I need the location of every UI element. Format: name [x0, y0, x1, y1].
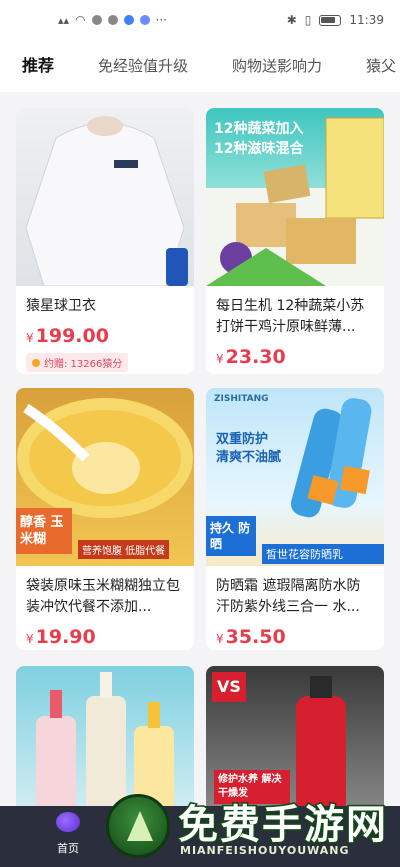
watermark: 免费手游网 MIANFEISHOUYOUWANG — [106, 792, 400, 867]
watermark-logo-icon — [106, 794, 170, 858]
wifi-icon: ◠ — [75, 13, 86, 27]
product-card[interactable]: 猿星球卫衣 ¥199.00 约赠: 13266猿分 — [16, 108, 194, 374]
sunscreen-image: ZISHITANG 双重防护 清爽不油腻 持久 防晒 皙世花容防晒乳 — [206, 388, 384, 566]
planet-icon — [56, 812, 80, 832]
product-price: ¥19.90 — [26, 626, 96, 648]
product-info: 每日生机 12种蔬菜小苏打饼干鸡汁原味鲜薄... ¥23.30 — [206, 286, 384, 374]
signal-icon: ▴▴ — [58, 13, 70, 27]
product-title: 袋装原味玉米糊糊独立包装冲饮代餐不添加... — [26, 578, 180, 615]
notification-icon — [91, 15, 102, 25]
product-price: ¥35.50 — [216, 626, 286, 648]
points-reward-badge: 约赠: 13266猿分 — [26, 353, 129, 372]
status-icons-left: ▴▴ ◠ ··· — [58, 13, 167, 27]
product-price: ¥23.30 — [216, 346, 286, 368]
vibrate-icon: ▯ — [304, 13, 312, 27]
app-icon — [123, 15, 134, 25]
product-card[interactable]: ZISHITANG 双重防护 清爽不油腻 持久 防晒 皙世花容防晒乳 防晒霜 遮… — [206, 388, 384, 650]
battery-icon — [319, 14, 342, 26]
watermark-title: 免费手游网 — [177, 801, 388, 850]
nav-home-label: 首页 — [57, 842, 79, 855]
product-title: 每日生机 12种蔬菜小苏打饼干鸡汁原味鲜薄... — [216, 298, 365, 335]
product-title: 防晒霜 遮瑕隔离防水防汗防紫外线三合一 水... — [216, 578, 361, 615]
tab-free-exp-upgrade[interactable]: 免经验值升级 — [98, 40, 188, 92]
notification-icon — [107, 15, 118, 25]
product-name-banner: 皙世花容防晒乳 — [262, 544, 384, 564]
image-tag: 持久 防晒 — [206, 516, 256, 556]
status-icons-right: ✱ ▯ 11:39 — [287, 13, 384, 27]
status-bar: ▴▴ ◠ ··· ✱ ▯ 11:39 — [0, 0, 400, 40]
tab-shopping-influence[interactable]: 购物送影响力 — [232, 40, 322, 92]
corn-porridge-image: 醇香 玉米糊 营养饱腹 低脂代餐 — [16, 388, 194, 566]
product-info: 袋装原味玉米糊糊独立包装冲饮代餐不添加... ¥19.90 — [16, 566, 194, 650]
product-info: 猿星球卫衣 ¥199.00 约赠: 13266猿分 — [16, 286, 194, 374]
nav-home[interactable]: 首页 — [48, 812, 88, 856]
watermark-subtitle: MIANFEISHOUYOUWANG — [180, 844, 350, 857]
vegetable-crackers-image: 12种蔬菜加入 12种滋味混合 — [206, 108, 384, 286]
product-card[interactable]: 醇香 玉米糊 营养饱腹 低脂代餐 袋装原味玉米糊糊独立包装冲饮代餐不添加... … — [16, 388, 194, 650]
product-price: ¥199.00 — [26, 325, 109, 347]
product-card[interactable]: 12种蔬菜加入 12种滋味混合 每日生机 12种蔬菜小苏打饼干鸡汁原味鲜薄...… — [206, 108, 384, 374]
white-sweatshirt-image — [16, 108, 194, 286]
more-icon: ··· — [155, 13, 167, 27]
bluetooth-icon: ✱ — [286, 13, 297, 27]
tab-recommend[interactable]: 推荐 — [22, 40, 54, 92]
tab-ape[interactable]: 猿父 — [366, 40, 396, 92]
product-info: 防晒霜 遮瑕隔离防水防汗防紫外线三合一 水... ¥35.50 — [206, 566, 384, 650]
app-icon — [139, 15, 150, 25]
image-badge: 营养饱腹 低脂代餐 — [78, 540, 170, 559]
clock: 11:39 — [349, 13, 384, 27]
product-title: 猿星球卫衣 — [26, 298, 96, 314]
coin-icon — [32, 358, 40, 367]
category-tabs: 推荐 免经验值升级 购物送影响力 猿父 — [0, 40, 400, 92]
image-tag: 醇香 玉米糊 — [16, 508, 72, 554]
